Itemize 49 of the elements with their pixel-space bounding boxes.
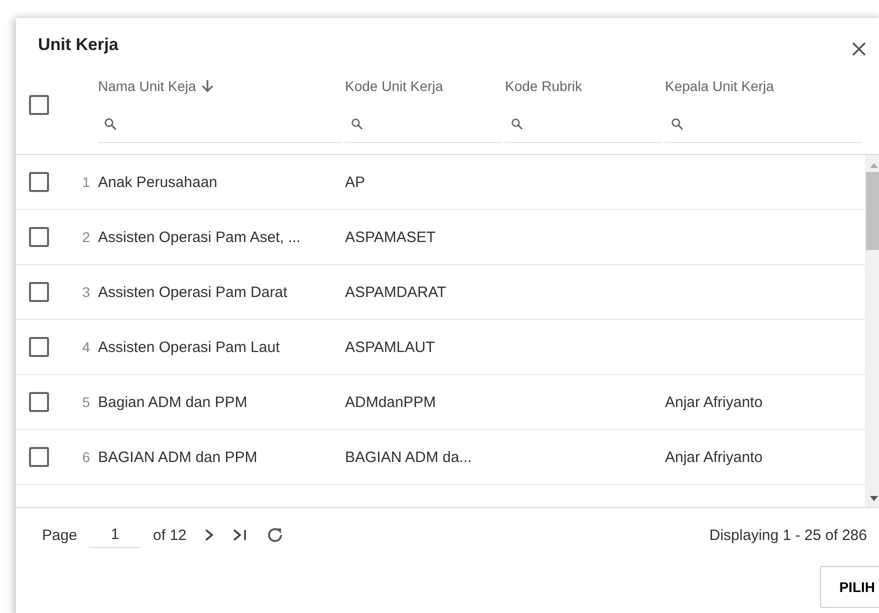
row-checkbox[interactable] bbox=[29, 392, 49, 412]
row-checkbox[interactable] bbox=[29, 447, 49, 467]
table-cell: ASPAMLAUT bbox=[345, 338, 435, 356]
table-cell: ADMdanPPM bbox=[345, 394, 436, 410]
sort-arrow-icon bbox=[201, 79, 214, 93]
row-number: 5 bbox=[82, 394, 90, 410]
search-icon bbox=[351, 117, 363, 131]
scrollbar-thumb[interactable] bbox=[866, 172, 879, 250]
row-number: 6 bbox=[82, 449, 90, 465]
dialog-title: Unit Kerja bbox=[38, 35, 118, 55]
table-cell: Assisten Operasi Pam Darat bbox=[98, 284, 288, 300]
column-header[interactable]: Nama Unit Keja bbox=[98, 78, 214, 94]
table-cell: Assisten Operasi Pam Aset, ... bbox=[98, 228, 301, 246]
search-icon bbox=[671, 117, 684, 131]
row-number: 3 bbox=[82, 284, 90, 300]
row-checkbox[interactable] bbox=[29, 337, 49, 357]
select-all-checkbox[interactable] bbox=[29, 95, 49, 115]
row-number: 2 bbox=[82, 229, 90, 245]
page-label: Page bbox=[42, 526, 78, 544]
table-cell: BAGIAN ADM dan PPM bbox=[98, 448, 258, 466]
row-checkbox[interactable] bbox=[29, 227, 49, 247]
search-icon bbox=[511, 117, 523, 131]
table-cell: BAGIAN ADM da... bbox=[345, 448, 472, 466]
choose-button[interactable]: PILIH bbox=[820, 566, 879, 608]
scrollbar[interactable] bbox=[865, 155, 879, 507]
table-cell: Anak Perusahaan bbox=[98, 174, 218, 190]
row-checkbox[interactable] bbox=[29, 172, 49, 192]
table-cell: Anjar Afriyanto bbox=[665, 448, 763, 466]
last-page-icon[interactable] bbox=[232, 528, 248, 542]
search-icon bbox=[104, 117, 117, 131]
column-header[interactable]: Kepala Unit Kerja bbox=[665, 78, 774, 94]
next-page-icon[interactable] bbox=[204, 528, 214, 542]
row-number: 4 bbox=[82, 339, 90, 355]
display-summary: Displaying 1 - 25 of 286 bbox=[709, 526, 867, 544]
close-icon[interactable] bbox=[851, 41, 867, 57]
column-header[interactable]: Kode Rubrik bbox=[505, 78, 582, 94]
page-count: of 12 bbox=[153, 526, 186, 544]
table-cell: Anjar Afriyanto bbox=[665, 394, 763, 410]
table-cell: Bagian ADM dan PPM bbox=[98, 394, 248, 410]
table-cell: AP bbox=[345, 174, 366, 190]
refresh-icon[interactable] bbox=[266, 526, 284, 544]
row-number: 1 bbox=[82, 174, 90, 190]
table-cell: ASPAMDARAT bbox=[345, 284, 446, 300]
page-number-field[interactable]: 1 bbox=[89, 522, 142, 548]
table-cell: ASPAMASET bbox=[345, 228, 436, 246]
row-checkbox[interactable] bbox=[29, 282, 49, 302]
column-header[interactable]: Kode Unit Kerja bbox=[345, 78, 444, 94]
scroll-down-icon[interactable] bbox=[870, 496, 878, 501]
table-cell: Assisten Operasi Pam Laut bbox=[98, 338, 280, 356]
